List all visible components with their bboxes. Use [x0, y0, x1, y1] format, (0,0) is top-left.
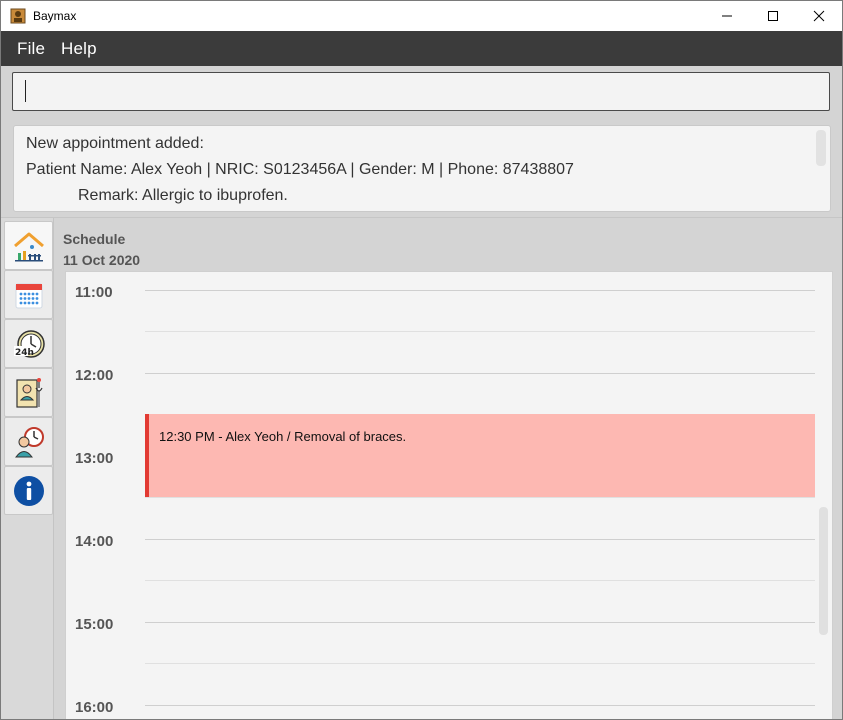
hour-line — [145, 290, 815, 291]
time-label: 11:00 — [75, 284, 113, 301]
command-input[interactable] — [12, 72, 830, 111]
menu-help[interactable]: Help — [61, 39, 97, 59]
menu-file[interactable]: File — [17, 39, 45, 59]
doctor-clock-icon — [14, 426, 44, 457]
tab-home[interactable] — [4, 221, 53, 270]
result-scrollbar[interactable] — [816, 130, 826, 166]
half-hour-line — [145, 580, 815, 581]
tab-clock-24h[interactable]: 24h — [4, 319, 53, 368]
app-icon — [10, 8, 26, 24]
clock-24h-icon: 24h — [13, 329, 45, 358]
close-button[interactable] — [796, 1, 842, 31]
minimize-button[interactable] — [704, 1, 750, 31]
result-line-3: Remark: Allergic to ibuprofen. — [78, 187, 288, 204]
minimize-icon — [722, 15, 732, 17]
title-bar: Baymax — [1, 1, 842, 31]
maximize-button[interactable] — [750, 1, 796, 31]
half-hour-line — [145, 497, 815, 498]
close-icon — [813, 10, 825, 22]
appointment-text: 12:30 PM - Alex Yeoh / Removal of braces… — [159, 429, 407, 444]
half-hour-line — [145, 663, 815, 664]
tab-patients[interactable] — [4, 368, 53, 417]
schedule-scrollbar[interactable] — [819, 507, 828, 635]
tab-info[interactable] — [4, 466, 53, 515]
info-icon — [13, 475, 44, 506]
appointment-block[interactable]: 12:30 PM - Alex Yeoh / Removal of braces… — [145, 414, 815, 497]
command-area — [1, 66, 842, 120]
app-window: Baymax File Help New appointment added: … — [0, 0, 843, 720]
result-display[interactable]: New appointment added: Patient Name: Ale… — [13, 125, 831, 212]
time-label: 15:00 — [75, 616, 114, 633]
hour-line — [145, 705, 815, 706]
hour-line — [145, 622, 815, 623]
result-line-2: Patient Name: Alex Yeoh | NRIC: S0123456… — [26, 161, 574, 178]
time-label: 14:00 — [75, 533, 114, 550]
result-line-1: New appointment added: — [26, 135, 204, 152]
schedule-date: 11 Oct 2020 — [63, 252, 141, 268]
calendar-icon — [15, 283, 42, 308]
time-label: 13:00 — [75, 450, 114, 467]
time-label: 16:00 — [75, 699, 114, 716]
maximize-icon — [768, 11, 778, 21]
schedule-panel[interactable]: 11:00 12:00 13:00 14:00 15:00 16:00 12:3… — [65, 271, 833, 719]
tab-doctors[interactable] — [4, 417, 53, 466]
time-label: 12:00 — [75, 367, 114, 384]
half-hour-line — [145, 331, 815, 332]
divider — [1, 217, 842, 218]
sidebar: 24h — [1, 218, 54, 719]
window-title: Baymax — [33, 9, 77, 23]
text-caret — [25, 80, 26, 102]
schedule-title: Schedule — [63, 231, 126, 247]
menu-bar: File Help — [1, 31, 842, 66]
hour-line — [145, 539, 815, 540]
hour-line — [145, 373, 815, 374]
tab-calendar[interactable] — [4, 270, 53, 319]
home-icon — [13, 232, 44, 261]
svg-text:24h: 24h — [15, 348, 34, 358]
patient-record-icon — [15, 377, 43, 408]
